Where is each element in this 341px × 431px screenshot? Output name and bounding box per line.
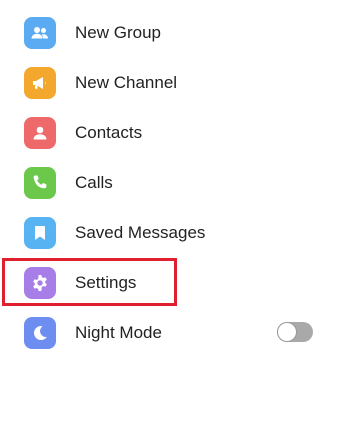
night-mode-toggle[interactable] bbox=[277, 322, 313, 342]
menu-item-new-channel[interactable]: New Channel bbox=[0, 58, 341, 108]
menu-item-contacts[interactable]: Contacts bbox=[0, 108, 341, 158]
menu-item-label: Night Mode bbox=[75, 323, 162, 342]
menu-item-label: New Group bbox=[75, 23, 161, 42]
contact-icon bbox=[24, 117, 56, 149]
menu-item-label: New Channel bbox=[75, 73, 178, 92]
menu-item-label: Settings bbox=[75, 273, 137, 292]
menu-item-saved-messages[interactable]: Saved Messages bbox=[0, 208, 341, 258]
gear-icon bbox=[24, 267, 56, 299]
sidebar-menu: New Group New Channel Contacts Calls Sav… bbox=[0, 0, 341, 431]
bookmark-icon bbox=[24, 217, 56, 249]
menu-item-label: Contacts bbox=[75, 123, 143, 142]
menu-item-label: Saved Messages bbox=[75, 223, 206, 242]
menu-item-settings[interactable]: Settings bbox=[0, 258, 341, 308]
menu-item-calls[interactable]: Calls bbox=[0, 158, 341, 208]
phone-icon bbox=[24, 167, 56, 199]
group-icon bbox=[24, 17, 56, 49]
menu-item-label: Calls bbox=[75, 173, 113, 192]
megaphone-icon bbox=[24, 67, 56, 99]
menu-item-new-group[interactable]: New Group bbox=[0, 8, 341, 58]
toggle-knob bbox=[278, 323, 296, 341]
moon-icon bbox=[24, 317, 56, 349]
